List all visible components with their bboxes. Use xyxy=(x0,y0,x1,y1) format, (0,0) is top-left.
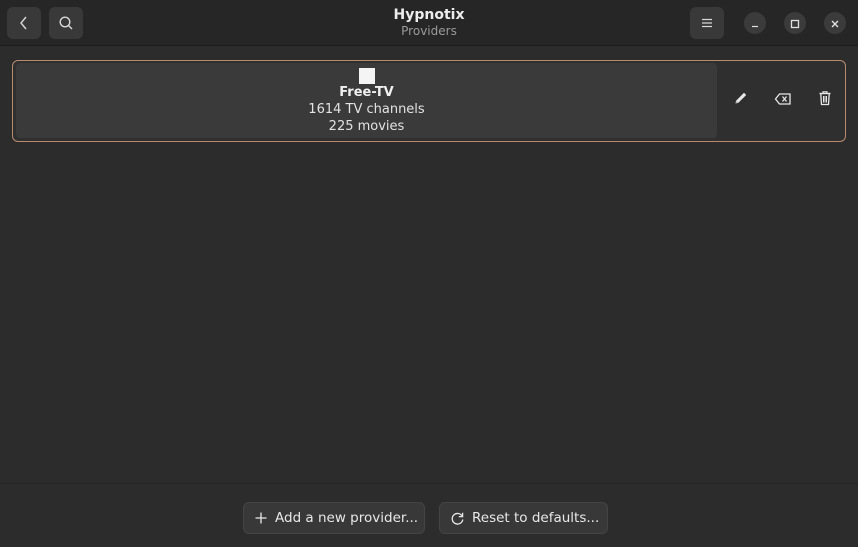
plus-icon xyxy=(254,511,268,525)
provider-logo-icon xyxy=(358,68,375,84)
close-icon xyxy=(830,14,840,33)
close-button[interactable] xyxy=(824,12,846,34)
window-subtitle: Providers xyxy=(401,24,457,38)
search-icon xyxy=(58,15,74,31)
minimize-icon xyxy=(750,14,760,33)
chevron-left-icon xyxy=(17,15,31,31)
provider-name: Free-TV xyxy=(339,85,394,100)
edit-icon xyxy=(733,90,749,110)
refresh-icon xyxy=(450,511,465,526)
maximize-icon xyxy=(790,14,800,33)
reset-defaults-label: Reset to defaults... xyxy=(472,510,600,526)
maximize-button[interactable] xyxy=(784,12,806,34)
add-provider-label: Add a new provider... xyxy=(275,510,419,526)
trash-icon xyxy=(818,90,832,110)
minimize-button[interactable] xyxy=(744,12,766,34)
edit-provider-button[interactable] xyxy=(727,86,755,114)
back-button[interactable] xyxy=(7,7,41,39)
footer-divider xyxy=(0,483,858,484)
provider-channel-count: 1614 TV channels xyxy=(308,102,425,117)
add-provider-button[interactable]: Add a new provider... xyxy=(243,502,425,534)
window-title: Hypnotix xyxy=(393,7,465,23)
reset-defaults-button[interactable]: Reset to defaults... xyxy=(439,502,608,534)
header-bar: Hypnotix Providers xyxy=(0,0,858,46)
provider-row[interactable]: Free-TV 1614 TV channels 225 movies xyxy=(12,60,846,142)
title-block: Hypnotix Providers xyxy=(0,7,858,39)
delete-provider-button[interactable] xyxy=(811,86,839,114)
hypnotix-window: Hypnotix Providers Free-TV 1614 TV chann… xyxy=(0,0,858,547)
provider-movie-count: 225 movies xyxy=(328,119,405,134)
provider-card[interactable]: Free-TV 1614 TV channels 225 movies xyxy=(16,63,717,138)
clear-provider-button[interactable] xyxy=(769,86,797,114)
hamburger-menu-icon xyxy=(700,16,714,30)
main-menu-button[interactable] xyxy=(690,7,724,39)
search-button[interactable] xyxy=(49,7,83,39)
clear-icon xyxy=(774,91,792,110)
